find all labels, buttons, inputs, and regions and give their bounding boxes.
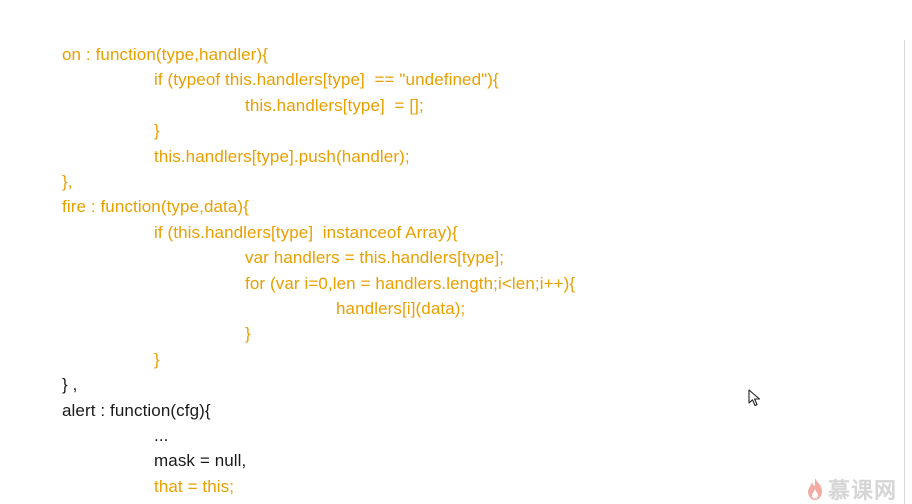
right-divider (904, 40, 905, 504)
code-line: if (typeof this.handlers[type] == "undef… (154, 70, 499, 90)
code-line: if (this.handlers[type] instanceof Array… (154, 222, 458, 242)
code-line: on : function(type,handler){ (62, 45, 268, 64)
code-line: } (154, 349, 160, 369)
code-line: this.handlers[type] = []; (245, 95, 424, 115)
code-line: alert : function(cfg){ (62, 400, 211, 420)
code-line: var handlers = this.handlers[type]; (245, 248, 505, 268)
flame-logo-icon (808, 478, 822, 500)
code-slide: on : function(type,handler){ if (typeof t… (0, 0, 912, 504)
mouse-pointer-icon (748, 389, 761, 407)
code-line: } (154, 121, 160, 141)
code-line: fire : function(type,data){ (62, 197, 249, 217)
code-line: for (var i=0,len = handlers.length;i<len… (245, 273, 576, 293)
watermark: 慕课网 (806, 474, 897, 504)
code-line: handlers[i](data); (336, 299, 466, 318)
code-line: that = this; (154, 476, 235, 496)
code-line: ... (154, 426, 169, 445)
watermark-text: 慕课网 (828, 479, 898, 504)
code-line: } , (62, 375, 78, 395)
code-line: this.handlers[type].push(handler); (154, 146, 410, 166)
code-line: } (245, 324, 251, 344)
code-line: mask = null, (154, 451, 247, 471)
code-line: }, (62, 172, 73, 191)
